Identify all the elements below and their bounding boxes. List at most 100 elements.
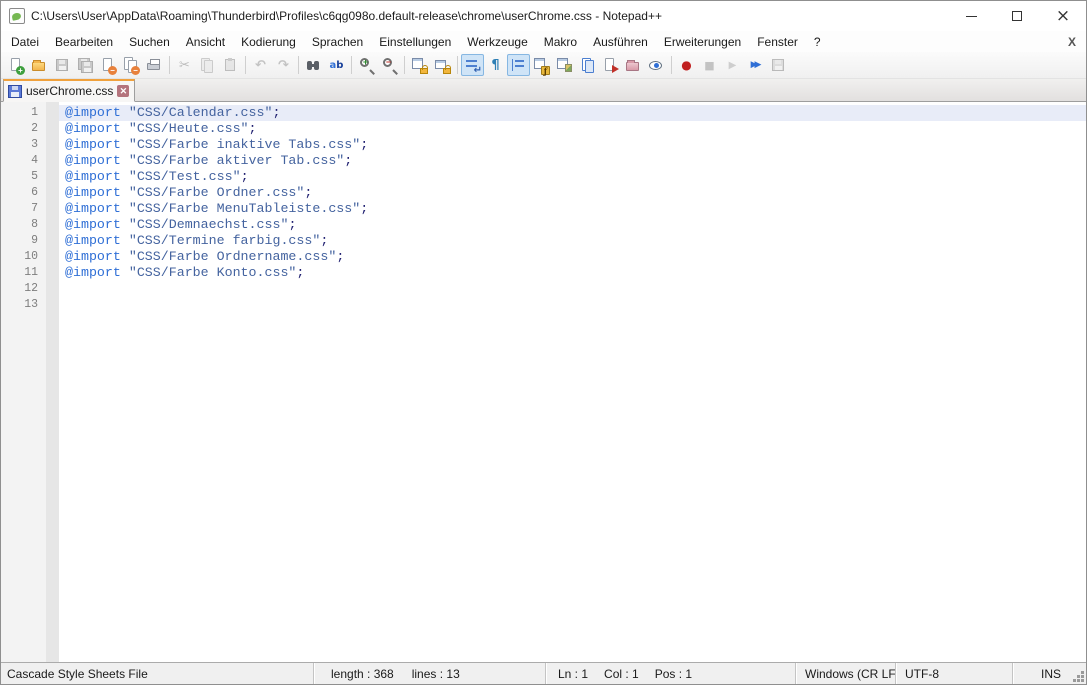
open-file-icon xyxy=(31,57,48,74)
menu-item-erweiterungen[interactable]: Erweiterungen xyxy=(656,31,749,52)
menu-item-kodierung[interactable]: Kodierung xyxy=(233,31,304,52)
status-length-lines: length : 368 lines : 13 xyxy=(314,663,546,684)
close-file-button[interactable]: − xyxy=(97,54,120,76)
function-list-button[interactable]: ƒ xyxy=(530,54,553,76)
line-number[interactable]: 7 xyxy=(1,201,46,217)
code-text[interactable]: @import "CSS/Calendar.css"; xyxy=(59,105,1086,121)
code-line-11[interactable]: 11 @import "CSS/Farbe Konto.css"; xyxy=(1,265,1086,281)
status-eol-format[interactable]: Windows (CR LF) xyxy=(796,663,896,684)
menu-item-suchen[interactable]: Suchen xyxy=(121,31,178,52)
menu-item-help[interactable]: ? xyxy=(806,31,829,52)
maximize-button[interactable] xyxy=(994,1,1040,31)
line-number[interactable]: 9 xyxy=(1,233,46,249)
menubar-close-document-button[interactable]: X xyxy=(1068,31,1076,52)
menu-item-datei[interactable]: Datei xyxy=(3,31,47,52)
monitoring-eye-button[interactable] xyxy=(645,54,668,76)
line-number[interactable]: 11 xyxy=(1,265,46,281)
code-text[interactable]: @import "CSS/Farbe Ordner.css"; xyxy=(59,185,1086,201)
print-button[interactable] xyxy=(143,54,166,76)
code-text[interactable]: @import "CSS/Farbe inaktive Tabs.css"; xyxy=(59,137,1086,153)
css-string-token: "CSS/Termine farbig.css" xyxy=(129,233,321,248)
macro-record-button[interactable]: ● xyxy=(675,54,698,76)
line-number[interactable]: 4 xyxy=(1,153,46,169)
resize-grip[interactable] xyxy=(1081,679,1084,682)
menu-item-ausführen[interactable]: Ausführen xyxy=(585,31,656,52)
new-file-button[interactable]: + xyxy=(5,54,28,76)
code-line-1[interactable]: 1 @import "CSS/Calendar.css"; xyxy=(1,105,1086,121)
line-number[interactable]: 6 xyxy=(1,185,46,201)
macro-run-multiple-button[interactable]: ▶▶ xyxy=(744,54,767,76)
code-text[interactable]: @import "CSS/Farbe Ordnername.css"; xyxy=(59,249,1086,265)
replace-icon: ab xyxy=(328,57,345,74)
status-encoding[interactable]: UTF-8 xyxy=(896,663,1013,684)
code-line-3[interactable]: 3 @import "CSS/Farbe inaktive Tabs.css"; xyxy=(1,137,1086,153)
menu-item-einstellungen[interactable]: Einstellungen xyxy=(371,31,459,52)
close-button[interactable]: × xyxy=(1040,1,1086,31)
code-line-6[interactable]: 6 @import "CSS/Farbe Ordner.css"; xyxy=(1,185,1086,201)
line-number[interactable]: 8 xyxy=(1,217,46,233)
open-file-button[interactable] xyxy=(28,54,51,76)
replace-button[interactable]: ab xyxy=(325,54,348,76)
line-label: Ln : 1 xyxy=(558,667,588,681)
code-text[interactable]: @import "CSS/Farbe Konto.css"; xyxy=(59,265,1086,281)
line-number[interactable]: 10 xyxy=(1,249,46,265)
code-line-5[interactable]: 5 @import "CSS/Test.css"; xyxy=(1,169,1086,185)
code-text[interactable]: @import "CSS/Test.css"; xyxy=(59,169,1086,185)
menu-item-fenster[interactable]: Fenster xyxy=(749,31,806,52)
tab-bar: userChrome.css ✕ xyxy=(1,79,1086,102)
insert-mode-label: INS xyxy=(1041,667,1061,681)
line-number[interactable]: 1 xyxy=(1,105,46,121)
code-text[interactable] xyxy=(59,297,1086,313)
code-line-9[interactable]: 9 @import "CSS/Termine farbig.css"; xyxy=(1,233,1086,249)
menubar-items: DateiBearbeitenSuchenAnsichtKodierungSpr… xyxy=(1,31,829,52)
code-line-8[interactable]: 8 @import "CSS/Demnaechst.css"; xyxy=(1,217,1086,233)
code-line-13[interactable]: 13 xyxy=(1,297,1086,313)
code-text[interactable]: @import "CSS/Demnaechst.css"; xyxy=(59,217,1086,233)
css-directive-token: @import xyxy=(65,169,121,184)
line-number[interactable]: 2 xyxy=(1,121,46,137)
launch-run-button[interactable] xyxy=(599,54,622,76)
css-string-token: "CSS/Farbe Ordnername.css" xyxy=(129,249,336,264)
menu-item-makro[interactable]: Makro xyxy=(536,31,585,52)
sync-scroll-vertical-button[interactable] xyxy=(408,54,431,76)
show-all-characters-button[interactable]: ¶ xyxy=(484,54,507,76)
menu-item-sprachen[interactable]: Sprachen xyxy=(304,31,371,52)
code-line-12[interactable]: 12 xyxy=(1,281,1086,297)
menu-item-werkzeuge[interactable]: Werkzeuge xyxy=(459,31,535,52)
tab-label: userChrome.css xyxy=(26,84,113,98)
status-insert-mode[interactable]: INS xyxy=(1013,663,1086,684)
line-number[interactable]: 12 xyxy=(1,281,46,297)
function-list-icon: ƒ xyxy=(533,57,550,74)
code-text[interactable]: @import "CSS/Heute.css"; xyxy=(59,121,1086,137)
close-all-button[interactable]: − xyxy=(120,54,143,76)
sync-scroll-horizontal-button[interactable] xyxy=(431,54,454,76)
tab-close-icon[interactable]: ✕ xyxy=(117,85,129,97)
zoom-in-button[interactable]: + xyxy=(355,54,378,76)
fold-margin xyxy=(46,185,59,201)
minimize-button[interactable] xyxy=(948,1,994,31)
zoom-out-button[interactable]: − xyxy=(378,54,401,76)
find-button[interactable] xyxy=(302,54,325,76)
code-text[interactable]: @import "CSS/Termine farbig.css"; xyxy=(59,233,1086,249)
macro-record-icon: ● xyxy=(678,57,695,74)
indent-guide-button[interactable] xyxy=(507,54,530,76)
word-wrap-button[interactable]: ↵ xyxy=(461,54,484,76)
code-line-2[interactable]: 2 @import "CSS/Heute.css"; xyxy=(1,121,1086,137)
code-line-10[interactable]: 10 @import "CSS/Farbe Ordnername.css"; xyxy=(1,249,1086,265)
menu-item-bearbeiten[interactable]: Bearbeiten xyxy=(47,31,121,52)
line-number[interactable]: 13 xyxy=(1,297,46,313)
folder-as-workspace-button[interactable] xyxy=(622,54,645,76)
tab-userchrome-css[interactable]: userChrome.css ✕ xyxy=(3,79,135,102)
code-text[interactable] xyxy=(59,281,1086,297)
menu-item-ansicht[interactable]: Ansicht xyxy=(178,31,233,52)
line-number[interactable]: 3 xyxy=(1,137,46,153)
code-line-7[interactable]: 7 @import "CSS/Farbe MenuTableiste.css"; xyxy=(1,201,1086,217)
cut-button: ✂ xyxy=(173,54,196,76)
code-text[interactable]: @import "CSS/Farbe MenuTableiste.css"; xyxy=(59,201,1086,217)
code-line-4[interactable]: 4 @import "CSS/Farbe aktiver Tab.css"; xyxy=(1,153,1086,169)
code-editor[interactable]: 1 @import "CSS/Calendar.css"; 2 @import "CS… xyxy=(1,102,1086,662)
line-number[interactable]: 5 xyxy=(1,169,46,185)
document-map-button[interactable] xyxy=(553,54,576,76)
code-text[interactable]: @import "CSS/Farbe aktiver Tab.css"; xyxy=(59,153,1086,169)
document-list-button[interactable] xyxy=(576,54,599,76)
